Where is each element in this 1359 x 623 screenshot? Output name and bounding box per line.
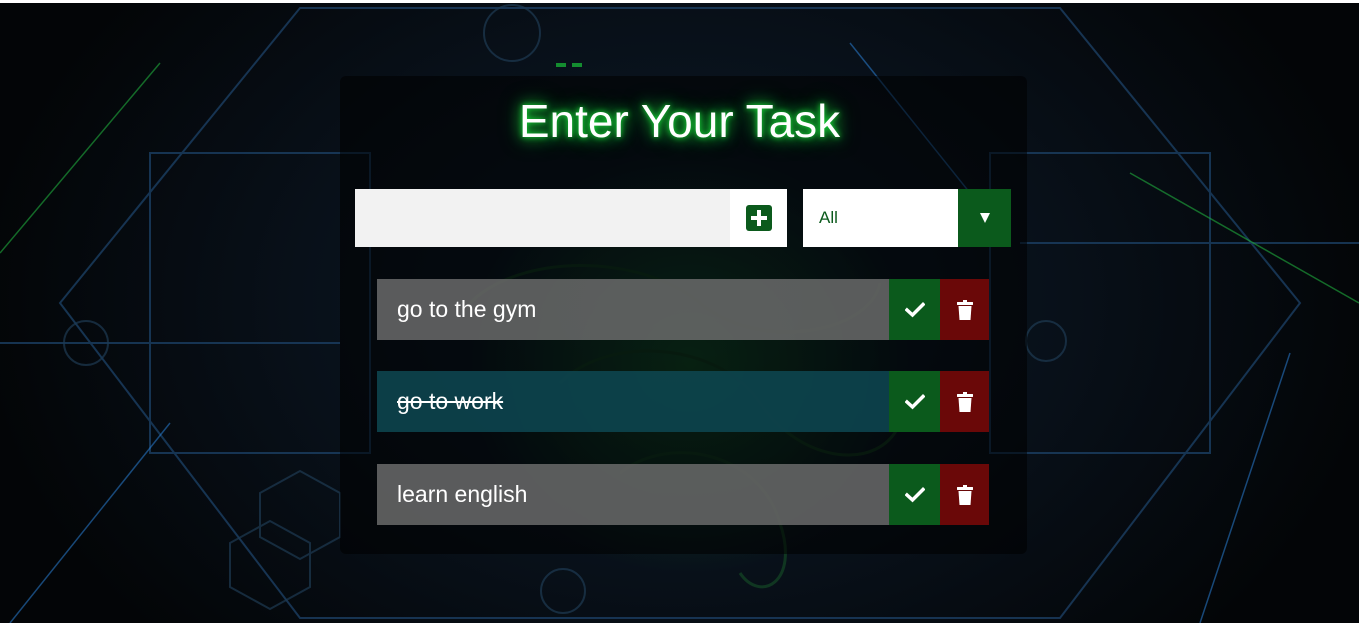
complete-button[interactable] (889, 464, 940, 525)
add-task-button[interactable] (730, 189, 787, 247)
todo-item: go to work (377, 371, 989, 432)
page-title: Enter Your Task (518, 95, 841, 147)
task-input[interactable] (355, 189, 730, 247)
complete-button[interactable] (889, 279, 940, 340)
todo-item: go to the gym (377, 279, 989, 340)
check-icon (904, 393, 925, 409)
plus-square-icon (745, 205, 772, 231)
complete-button[interactable] (889, 371, 940, 432)
check-icon (904, 301, 925, 317)
trash-icon (956, 484, 973, 505)
todo-text: go to the gym (397, 296, 537, 322)
delete-button[interactable] (940, 464, 989, 525)
delete-button[interactable] (940, 371, 989, 432)
caret-down-icon (979, 213, 990, 223)
trash-icon (956, 299, 973, 320)
filter-dropdown-button[interactable] (958, 189, 1011, 247)
delete-button[interactable] (940, 279, 989, 340)
filter-select[interactable]: All (803, 189, 1011, 247)
todo-text: learn english (397, 481, 528, 507)
todo-item: learn english (377, 464, 989, 525)
todo-text: go to work (397, 388, 504, 414)
check-icon (904, 486, 925, 502)
trash-icon (956, 391, 973, 412)
filter-selected-value: All (819, 208, 838, 227)
